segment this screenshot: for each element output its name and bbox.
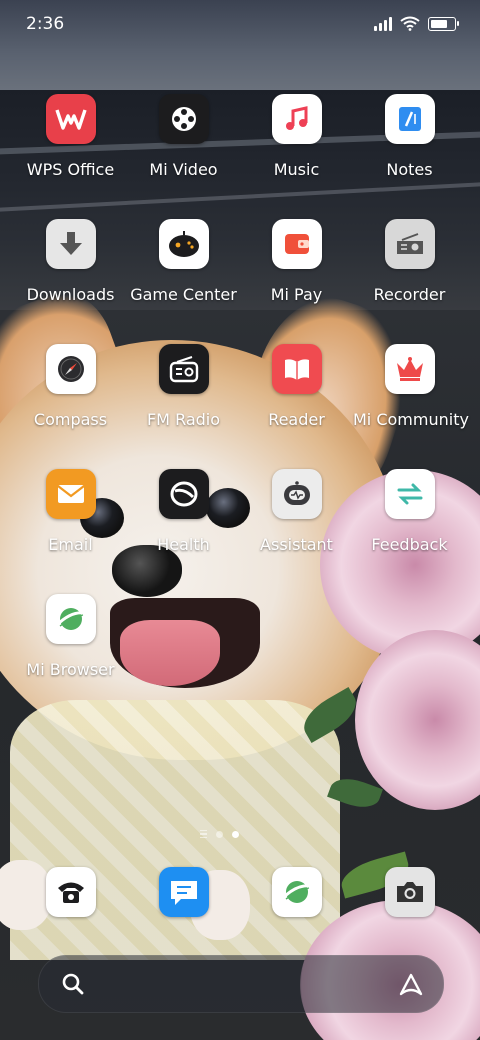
app-fm-radio[interactable]: FM Radio	[127, 344, 240, 429]
message-bubble-icon[interactable]	[158, 867, 209, 917]
app-mi-video[interactable]: Mi Video	[127, 94, 240, 179]
dock-messages[interactable]	[127, 867, 240, 917]
app-label: Reader	[268, 410, 325, 429]
app-label: Downloads	[26, 285, 115, 304]
app-reader[interactable]: Reader	[240, 344, 353, 429]
health-band-icon[interactable]	[158, 469, 209, 519]
wallet-icon[interactable]	[271, 219, 322, 269]
app-label: Mi Pay	[270, 285, 323, 304]
status-icons	[374, 16, 459, 31]
music-note-icon[interactable]	[271, 94, 322, 144]
app-label: WPS Office	[26, 160, 115, 179]
app-music[interactable]: Music	[240, 94, 353, 179]
crown-icon[interactable]	[384, 344, 435, 394]
app-wps-office[interactable]: WPS Office	[14, 94, 127, 179]
app-mi-pay[interactable]: Mi Pay	[240, 219, 353, 304]
app-label: Compass	[33, 410, 108, 429]
game-center-icon[interactable]	[158, 219, 209, 269]
page-dot-1	[216, 830, 223, 838]
app-label: FM Radio	[146, 410, 221, 429]
battery-icon	[428, 17, 459, 31]
compass-icon[interactable]	[45, 344, 96, 394]
book-icon[interactable]	[271, 344, 322, 394]
radio-icon[interactable]	[158, 344, 209, 394]
assistant-robot-icon[interactable]	[271, 469, 322, 519]
app-label: Mi Video	[149, 160, 218, 179]
notes-icon[interactable]	[384, 94, 435, 144]
app-feedback[interactable]: Feedback	[353, 469, 466, 554]
envelope-icon[interactable]	[45, 469, 96, 519]
app-label: Music	[273, 160, 320, 179]
app-label: Notes	[386, 160, 433, 179]
clock: 2:36	[26, 14, 65, 34]
app-game-center[interactable]: Game Center	[127, 219, 240, 304]
app-vault-icon[interactable]	[397, 970, 425, 998]
app-label: Health	[157, 535, 210, 554]
app-label: Mi Browser	[26, 660, 115, 679]
app-health[interactable]: Health	[127, 469, 240, 554]
dock-camera[interactable]	[353, 867, 466, 917]
app-mi-browser[interactable]: Mi Browser	[14, 594, 127, 679]
app-label: Email	[48, 535, 93, 554]
dock-browser[interactable]	[240, 867, 353, 917]
search-bar[interactable]	[38, 955, 444, 1013]
page-dot-2	[232, 830, 239, 838]
dock-phone[interactable]	[14, 867, 127, 917]
phone-icon[interactable]	[45, 867, 96, 917]
app-label: Recorder	[373, 285, 446, 304]
app-label: Game Center	[130, 285, 237, 304]
app-label: Feedback	[371, 535, 448, 554]
app-label: Mi Community	[353, 410, 469, 429]
app-notes[interactable]: Notes	[353, 94, 466, 179]
camera-icon[interactable]	[384, 867, 435, 917]
recorder-icon[interactable]	[384, 219, 435, 269]
wifi-icon	[400, 16, 420, 31]
wps-office-icon[interactable]	[45, 94, 96, 144]
browser-planet-icon[interactable]	[45, 594, 96, 644]
app-email[interactable]: Email	[14, 469, 127, 554]
app-label: Assistant	[260, 535, 333, 554]
signal-icon	[374, 17, 392, 31]
app-recorder[interactable]: Recorder	[353, 219, 466, 304]
status-bar: 2:36	[0, 0, 480, 50]
page-list-icon	[200, 830, 207, 838]
film-reel-icon[interactable]	[158, 94, 209, 144]
app-compass[interactable]: Compass	[14, 344, 127, 429]
app-mi-community[interactable]: Mi Community	[353, 344, 469, 429]
search-icon[interactable]	[61, 972, 85, 996]
page-indicator[interactable]	[200, 830, 239, 838]
app-downloads[interactable]: Downloads	[14, 219, 127, 304]
exchange-arrows-icon[interactable]	[384, 469, 435, 519]
app-assistant[interactable]: Assistant	[240, 469, 353, 554]
browser-planet-icon[interactable]	[271, 867, 322, 917]
download-arrow-icon[interactable]	[45, 219, 96, 269]
